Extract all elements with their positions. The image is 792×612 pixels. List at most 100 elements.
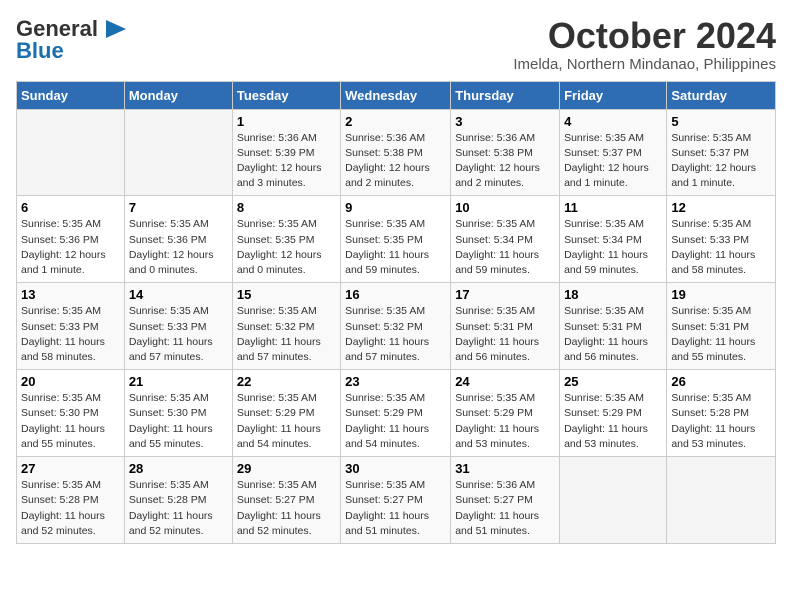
day-number: 19 — [671, 287, 771, 302]
day-info: Sunrise: 5:35 AM Sunset: 5:35 PM Dayligh… — [237, 217, 336, 278]
day-info: Sunrise: 5:36 AM Sunset: 5:39 PM Dayligh… — [237, 131, 336, 192]
header-wednesday: Wednesday — [341, 81, 451, 109]
page-header: General Blue October 2024 Imelda, Northe… — [16, 16, 776, 73]
calendar-cell — [560, 457, 667, 544]
day-info: Sunrise: 5:35 AM Sunset: 5:29 PM Dayligh… — [345, 391, 446, 452]
day-info: Sunrise: 5:35 AM Sunset: 5:34 PM Dayligh… — [455, 217, 555, 278]
calendar-cell: 28 Sunrise: 5:35 AM Sunset: 5:28 PM Dayli… — [124, 457, 232, 544]
day-number: 4 — [564, 114, 662, 129]
calendar-cell: 9 Sunrise: 5:35 AM Sunset: 5:35 PM Daylig… — [341, 196, 451, 283]
header-thursday: Thursday — [451, 81, 560, 109]
calendar-cell: 29 Sunrise: 5:35 AM Sunset: 5:27 PM Dayli… — [232, 457, 340, 544]
calendar-cell: 21 Sunrise: 5:35 AM Sunset: 5:30 PM Dayli… — [124, 370, 232, 457]
day-number: 26 — [671, 374, 771, 389]
calendar-cell: 24 Sunrise: 5:35 AM Sunset: 5:29 PM Dayli… — [451, 370, 560, 457]
calendar-cell: 13 Sunrise: 5:35 AM Sunset: 5:33 PM Dayli… — [17, 283, 125, 370]
day-number: 9 — [345, 200, 446, 215]
title-section: October 2024 Imelda, Northern Mindanao, … — [513, 16, 776, 73]
calendar-cell: 6 Sunrise: 5:35 AM Sunset: 5:36 PM Daylig… — [17, 196, 125, 283]
calendar-cell: 11 Sunrise: 5:35 AM Sunset: 5:34 PM Dayli… — [560, 196, 667, 283]
calendar-cell: 23 Sunrise: 5:35 AM Sunset: 5:29 PM Dayli… — [341, 370, 451, 457]
calendar-header: SundayMondayTuesdayWednesdayThursdayFrid… — [17, 81, 776, 109]
day-info: Sunrise: 5:35 AM Sunset: 5:29 PM Dayligh… — [455, 391, 555, 452]
header-tuesday: Tuesday — [232, 81, 340, 109]
day-info: Sunrise: 5:35 AM Sunset: 5:33 PM Dayligh… — [21, 304, 120, 365]
day-number: 14 — [129, 287, 228, 302]
day-info: Sunrise: 5:35 AM Sunset: 5:29 PM Dayligh… — [237, 391, 336, 452]
calendar-cell: 27Sunrise: 5:35 AM Sunset: 5:28 PM Dayli… — [17, 457, 125, 544]
day-number: 21 — [129, 374, 228, 389]
calendar-cell — [17, 109, 125, 196]
calendar-cell: 7Sunrise: 5:35 AM Sunset: 5:36 PM Daylig… — [124, 196, 232, 283]
calendar-week-5: 27Sunrise: 5:35 AM Sunset: 5:28 PM Dayli… — [17, 457, 776, 544]
day-number: 3 — [455, 114, 555, 129]
day-info: Sunrise: 5:35 AM Sunset: 5:31 PM Dayligh… — [455, 304, 555, 365]
day-number: 28 — [129, 461, 228, 476]
day-info: Sunrise: 5:35 AM Sunset: 5:36 PM Dayligh… — [129, 217, 228, 278]
day-number: 17 — [455, 287, 555, 302]
day-number: 13 — [21, 287, 120, 302]
day-number: 29 — [237, 461, 336, 476]
day-number: 18 — [564, 287, 662, 302]
day-number: 1 — [237, 114, 336, 129]
day-number: 12 — [671, 200, 771, 215]
day-info: Sunrise: 5:35 AM Sunset: 5:31 PM Dayligh… — [564, 304, 662, 365]
calendar-week-1: 1 Sunrise: 5:36 AM Sunset: 5:39 PM Daylig… — [17, 109, 776, 196]
calendar-cell: 31 Sunrise: 5:36 AM Sunset: 5:27 PM Dayli… — [451, 457, 560, 544]
calendar-cell: 16 Sunrise: 5:35 AM Sunset: 5:32 PM Dayli… — [341, 283, 451, 370]
day-info: Sunrise: 5:35 AM Sunset: 5:30 PM Dayligh… — [21, 391, 120, 452]
day-number: 6 — [21, 200, 120, 215]
day-info: Sunrise: 5:36 AM Sunset: 5:38 PM Dayligh… — [455, 131, 555, 192]
header-saturday: Saturday — [667, 81, 776, 109]
day-info: Sunrise: 5:36 AM Sunset: 5:38 PM Dayligh… — [345, 131, 446, 192]
header-sunday: Sunday — [17, 81, 125, 109]
calendar-cell: 5Sunrise: 5:35 AM Sunset: 5:37 PM Daylig… — [667, 109, 776, 196]
day-info: Sunrise: 5:35 AM Sunset: 5:37 PM Dayligh… — [564, 131, 662, 192]
day-info: Sunrise: 5:35 AM Sunset: 5:33 PM Dayligh… — [671, 217, 771, 278]
logo-blue: Blue — [16, 38, 64, 64]
day-number: 31 — [455, 461, 555, 476]
day-number: 25 — [564, 374, 662, 389]
calendar-cell: 22 Sunrise: 5:35 AM Sunset: 5:29 PM Dayli… — [232, 370, 340, 457]
day-info: Sunrise: 5:35 AM Sunset: 5:34 PM Dayligh… — [564, 217, 662, 278]
calendar-cell — [667, 457, 776, 544]
day-info: Sunrise: 5:35 AM Sunset: 5:30 PM Dayligh… — [129, 391, 228, 452]
calendar-cell: 26 Sunrise: 5:35 AM Sunset: 5:28 PM Dayli… — [667, 370, 776, 457]
day-number: 16 — [345, 287, 446, 302]
day-info: Sunrise: 5:35 AM Sunset: 5:32 PM Dayligh… — [237, 304, 336, 365]
day-number: 2 — [345, 114, 446, 129]
calendar-cell — [124, 109, 232, 196]
day-info: Sunrise: 5:35 AM Sunset: 5:28 PM Dayligh… — [671, 391, 771, 452]
month-title: October 2024 — [513, 16, 776, 56]
header-monday: Monday — [124, 81, 232, 109]
day-info: Sunrise: 5:36 AM Sunset: 5:27 PM Dayligh… — [455, 478, 555, 539]
calendar-cell: 10 Sunrise: 5:35 AM Sunset: 5:34 PM Dayli… — [451, 196, 560, 283]
day-number: 20 — [21, 374, 120, 389]
day-info: Sunrise: 5:35 AM Sunset: 5:28 PM Dayligh… — [129, 478, 228, 539]
day-info: Sunrise: 5:35 AM Sunset: 5:33 PM Dayligh… — [129, 304, 228, 365]
calendar-cell: 2 Sunrise: 5:36 AM Sunset: 5:38 PM Daylig… — [341, 109, 451, 196]
day-info: Sunrise: 5:35 AM Sunset: 5:35 PM Dayligh… — [345, 217, 446, 278]
day-info: Sunrise: 5:35 AM Sunset: 5:31 PM Dayligh… — [671, 304, 771, 365]
day-number: 30 — [345, 461, 446, 476]
calendar-cell: 14 Sunrise: 5:35 AM Sunset: 5:33 PM Dayli… — [124, 283, 232, 370]
location-title: Imelda, Northern Mindanao, Philippines — [513, 56, 776, 73]
day-info: Sunrise: 5:35 AM Sunset: 5:29 PM Dayligh… — [564, 391, 662, 452]
calendar-cell: 17 Sunrise: 5:35 AM Sunset: 5:31 PM Dayli… — [451, 283, 560, 370]
day-number: 15 — [237, 287, 336, 302]
day-number: 23 — [345, 374, 446, 389]
calendar-cell: 1 Sunrise: 5:36 AM Sunset: 5:39 PM Daylig… — [232, 109, 340, 196]
day-number: 24 — [455, 374, 555, 389]
day-number: 5 — [671, 114, 771, 129]
calendar-table: SundayMondayTuesdayWednesdayThursdayFrid… — [16, 81, 776, 544]
day-number: 11 — [564, 200, 662, 215]
day-info: Sunrise: 5:35 AM Sunset: 5:32 PM Dayligh… — [345, 304, 446, 365]
day-number: 22 — [237, 374, 336, 389]
calendar-week-4: 20 Sunrise: 5:35 AM Sunset: 5:30 PM Dayli… — [17, 370, 776, 457]
header-friday: Friday — [560, 81, 667, 109]
day-number: 10 — [455, 200, 555, 215]
day-number: 8 — [237, 200, 336, 215]
day-info: Sunrise: 5:35 AM Sunset: 5:27 PM Dayligh… — [237, 478, 336, 539]
calendar-cell: 12 Sunrise: 5:35 AM Sunset: 5:33 PM Dayli… — [667, 196, 776, 283]
day-info: Sunrise: 5:35 AM Sunset: 5:36 PM Dayligh… — [21, 217, 120, 278]
